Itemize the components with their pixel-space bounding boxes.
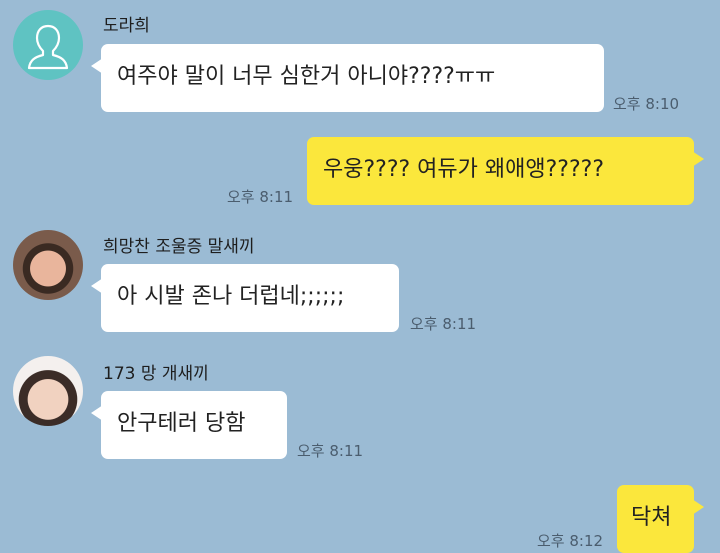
avatar[interactable] bbox=[13, 230, 83, 300]
sender-name: 희망찬 조울증 말새끼 bbox=[103, 237, 255, 257]
sender-name: 173 망 개새끼 bbox=[103, 364, 209, 384]
default-person-icon bbox=[27, 24, 69, 70]
message-bubble[interactable]: 닥쳐 bbox=[617, 485, 704, 553]
message-bubble[interactable]: 여주야 말이 너무 심한거 아니야????ㅠㅠ bbox=[91, 44, 604, 112]
message-time: 오후 8:11 bbox=[227, 188, 294, 206]
avatar[interactable] bbox=[13, 10, 83, 80]
message-time: 오후 8:12 bbox=[537, 532, 604, 550]
message-bubble[interactable]: 우웅???? 여듀가 왜애앵????? bbox=[307, 137, 704, 205]
message-time: 오후 8:10 bbox=[613, 95, 680, 113]
message-bubble[interactable]: 안구테러 당함 bbox=[91, 391, 287, 459]
message-time: 오후 8:11 bbox=[410, 315, 477, 333]
message-bubble[interactable]: 아 시발 존나 더럽네;;;;;; bbox=[91, 264, 399, 332]
message-time: 오후 8:11 bbox=[297, 442, 364, 460]
avatar[interactable] bbox=[13, 356, 83, 426]
sender-name: 도라희 bbox=[103, 16, 150, 36]
